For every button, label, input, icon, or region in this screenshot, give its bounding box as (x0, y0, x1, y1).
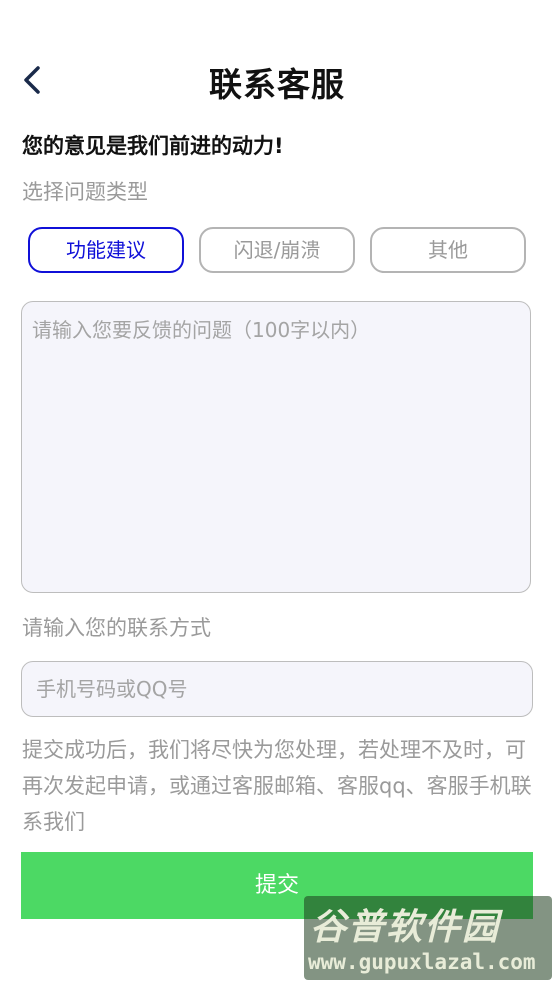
slogan-text: 您的意见是我们前进的动力! (22, 134, 284, 158)
option-other[interactable]: 其他 (370, 227, 526, 273)
contact-support-page: 联系客服 您的意见是我们前进的动力! 选择问题类型 功能建议 闪退/崩溃 其他 … (0, 0, 554, 984)
header: 联系客服 (0, 52, 554, 112)
submit-note: 提交成功后，我们将尽快为您处理，若处理不及时，可再次发起申请，或通过客服邮箱、客… (22, 738, 532, 834)
problem-type-options: 功能建议 闪退/崩溃 其他 (28, 227, 526, 273)
option-crash[interactable]: 闪退/崩溃 (199, 227, 355, 273)
problem-type-label: 选择问题类型 (22, 180, 148, 204)
watermark-url: www.gupuxlazal.com (308, 950, 536, 974)
page-title: 联系客服 (209, 65, 345, 104)
feedback-textarea[interactable] (21, 301, 531, 593)
watermark-logo: 谷普软件园 www.gupuxlazal.com (304, 896, 552, 980)
option-feature-suggestion[interactable]: 功能建议 (28, 227, 184, 273)
watermark-brand: 谷普软件园 (310, 907, 501, 948)
contact-input[interactable] (21, 661, 533, 717)
contact-label: 请输入您的联系方式 (22, 616, 211, 640)
